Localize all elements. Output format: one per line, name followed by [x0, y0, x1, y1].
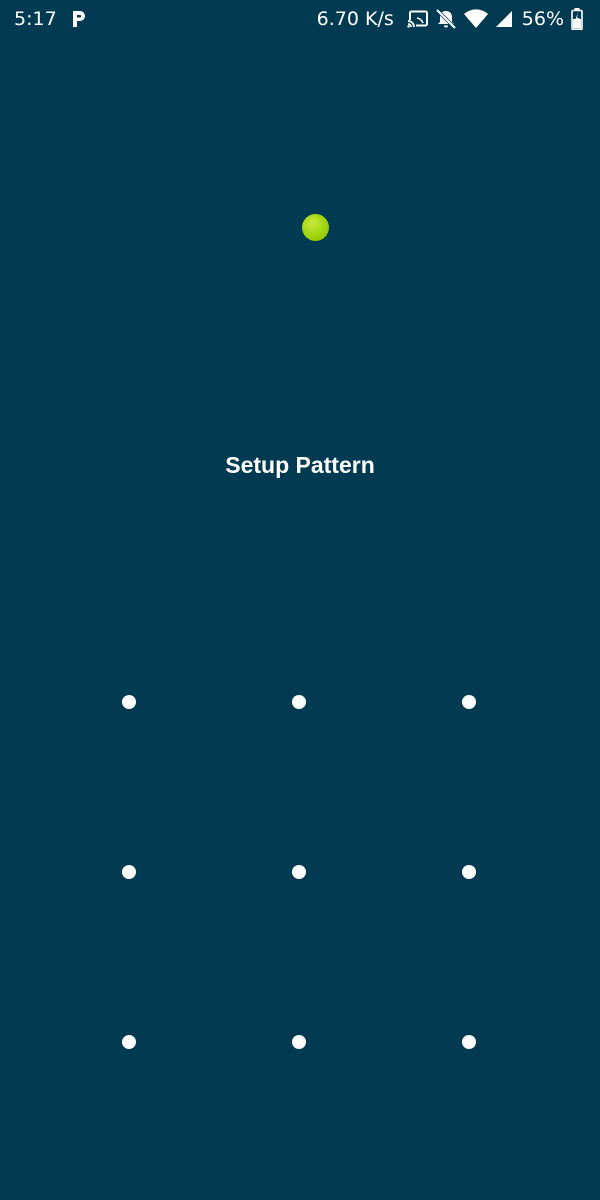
- pattern-node-5[interactable]: [269, 842, 329, 902]
- pattern-dot: [292, 865, 306, 879]
- pattern-dot: [462, 695, 476, 709]
- pattern-node-7[interactable]: [99, 1012, 159, 1072]
- pattern-dot: [122, 865, 136, 879]
- pattern-dot: [462, 865, 476, 879]
- pattern-setup-screen: 5:17 6.70 K/s 56% Setup Pattern: [0, 0, 600, 1200]
- pattern-node-4[interactable]: [99, 842, 159, 902]
- pattern-dot: [462, 1035, 476, 1049]
- pattern-node-2[interactable]: [269, 672, 329, 732]
- pattern-node-8[interactable]: [269, 1012, 329, 1072]
- pattern-node-3[interactable]: [439, 672, 499, 732]
- pattern-dot: [122, 1035, 136, 1049]
- pattern-node-1[interactable]: [99, 672, 159, 732]
- pattern-dot: [292, 695, 306, 709]
- pattern-dot: [292, 1035, 306, 1049]
- pattern-node-6[interactable]: [439, 842, 499, 902]
- pattern-dot: [122, 695, 136, 709]
- pattern-node-9[interactable]: [439, 1012, 499, 1072]
- pattern-grid[interactable]: [0, 0, 600, 1200]
